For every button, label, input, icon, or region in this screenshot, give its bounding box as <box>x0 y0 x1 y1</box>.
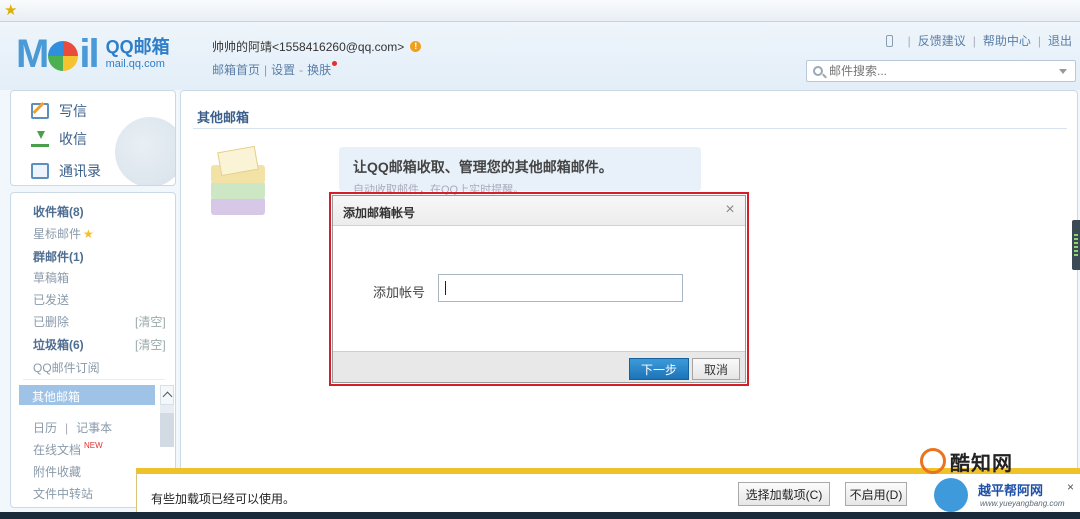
site-watermark-2: 越平帮阿网 www.yueyangbang.com <box>930 476 1078 514</box>
contacts-icon <box>31 163 49 179</box>
penguin-watermark <box>115 117 175 185</box>
qq-mail-logo[interactable]: Mil QQ邮箱 mail.qq.com <box>16 34 170 74</box>
account-field-label: 添加帐号 <box>373 285 426 300</box>
folder-inbox[interactable]: 收件箱(8) <box>33 203 84 220</box>
mail-search[interactable] <box>806 60 1076 82</box>
logout-link[interactable]: 退出 <box>1048 32 1072 49</box>
new-dot-icon <box>332 61 338 66</box>
skin-link[interactable]: 换肤 <box>307 63 331 77</box>
favorites-star-icon[interactable]: ★ <box>4 3 20 19</box>
wifi-logo-icon <box>934 478 968 512</box>
folder-attachments[interactable]: 附件收藏 <box>33 463 81 480</box>
folder-other-mailbox[interactable]: 其他邮箱 <box>19 385 155 405</box>
feedback-link[interactable]: 反馈建议 <box>918 32 966 49</box>
inbox-button[interactable]: 收信 <box>31 129 87 149</box>
compose-icon <box>31 103 49 119</box>
account-input[interactable] <box>438 274 683 302</box>
brand-name: QQ邮箱 <box>105 37 170 57</box>
star-icon: ★ <box>83 227 94 241</box>
taskbar <box>0 512 1080 519</box>
dialog-body: 添加帐号 <box>333 227 745 351</box>
user-account: 帅帅的阿靖<1558416260@qq.com> <box>212 40 405 54</box>
folder-drafts[interactable]: 草稿箱 <box>33 269 69 286</box>
folder-group[interactable]: 群邮件(1) <box>33 248 84 265</box>
search-icon <box>813 66 823 76</box>
folder-panel: 收件箱(8) 星标邮件 ★ 群邮件(1) 草稿箱 已发送 已删除 [清空] 垃圾箱(… <box>10 192 176 508</box>
notes-link[interactable]: 记事本 <box>76 421 112 435</box>
next-step-button[interactable]: 下一步 <box>629 358 689 380</box>
compose-button[interactable]: 写信 <box>31 101 87 121</box>
notification-text: 有些加载项已经可以使用。 <box>151 492 296 506</box>
text-caret <box>445 281 446 295</box>
watermark-logo-icon <box>920 448 946 474</box>
folder-sent[interactable]: 已发送 <box>33 291 69 308</box>
folder-calendar-notes: 日历 | 记事本 <box>33 421 113 435</box>
disable-addons-button[interactable]: 不启用(D) <box>845 482 907 506</box>
user-block: 帅帅的阿靖<1558416260@qq.com> ! 邮箱首页 | 设置 - 换肤 <box>212 38 422 78</box>
folder-docs[interactable]: 在线文档 NEW <box>33 441 103 458</box>
folder-spam[interactable]: 垃圾箱(6) [清空] <box>33 336 166 353</box>
folder-deleted[interactable]: 已删除 [清空] <box>33 313 166 330</box>
brand-domain: mail.qq.com <box>105 58 165 70</box>
home-link[interactable]: 邮箱首页 <box>212 63 260 77</box>
search-input[interactable] <box>829 64 1059 78</box>
dialog-footer: 下一步 取消 <box>333 351 745 382</box>
add-account-dialog: 添加邮箱帐号 × 添加帐号 下一步 取消 <box>332 195 746 383</box>
mobile-icon[interactable] <box>885 34 893 47</box>
info-icon[interactable]: ! <box>410 41 422 52</box>
page-title: 其他邮箱 <box>197 110 250 125</box>
top-right-links: | 反馈建议 | 帮助中心 | 退出 <box>885 32 1072 49</box>
inbox-download-icon <box>31 131 49 147</box>
help-link[interactable]: 帮助中心 <box>983 32 1031 49</box>
folder-transfer[interactable]: 文件中转站 <box>33 485 93 502</box>
folder-starred[interactable]: 星标邮件 ★ <box>33 225 94 242</box>
mail-header: Mil QQ邮箱 mail.qq.com 帅帅的阿靖<1558416260@qq… <box>0 22 1080 90</box>
dialog-title: 添加邮箱帐号 <box>343 206 416 220</box>
clear-spam-link[interactable]: [清空] <box>135 336 166 353</box>
chevron-down-icon[interactable] <box>1059 69 1067 74</box>
command-panel: 写信 收信 通讯录 <box>10 90 176 186</box>
folder-scroll-thumb[interactable] <box>160 413 174 447</box>
user-links: 邮箱首页 | 设置 - 换肤 <box>212 61 421 78</box>
browser-strip: ★ <box>0 0 1080 22</box>
intro-box: 让QQ邮箱收取、管理您的其他邮箱邮件。 自动收取邮件，在QQ上实时提醒。 <box>339 147 701 196</box>
folder-divider <box>23 379 165 380</box>
calendar-link[interactable]: 日历 <box>33 421 57 435</box>
contacts-button[interactable]: 通讯录 <box>31 161 101 181</box>
settings-link[interactable]: 设置 <box>271 63 295 77</box>
new-badge: NEW <box>84 441 103 450</box>
folder-subscriptions[interactable]: QQ邮件订阅 <box>33 359 100 376</box>
scroll-up-icon[interactable] <box>160 385 174 405</box>
clear-deleted-link[interactable]: [清空] <box>135 313 166 330</box>
dialog-header[interactable]: 添加邮箱帐号 × <box>333 196 745 226</box>
title-divider <box>193 128 1067 129</box>
mail-boxes-icon <box>207 145 269 219</box>
side-gadget-icon[interactable] <box>1072 220 1080 270</box>
intro-heading: 让QQ邮箱收取、管理您的其他邮箱邮件。 <box>353 159 613 175</box>
logo-word: Mil <box>16 32 100 76</box>
site-watermark: 酷知网 <box>920 446 1060 476</box>
close-icon[interactable]: × <box>723 201 737 219</box>
cancel-button[interactable]: 取消 <box>692 358 740 380</box>
choose-addons-button[interactable]: 选择加载项(C) <box>738 482 830 506</box>
